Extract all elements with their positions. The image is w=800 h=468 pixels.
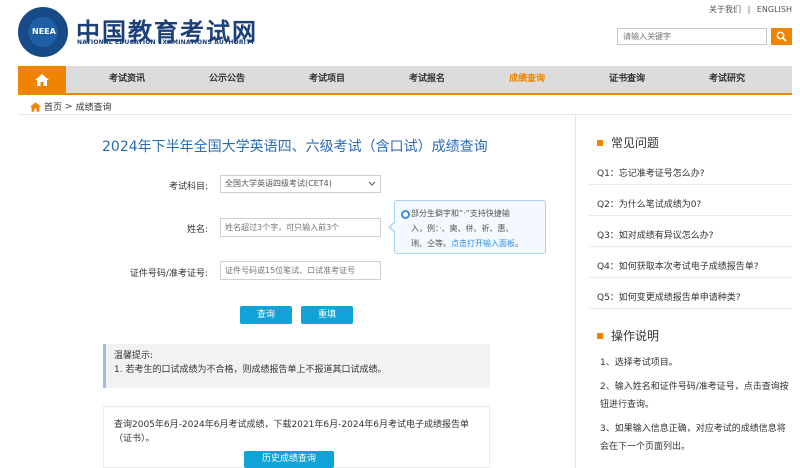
top-links: 关于我们 | ENGLISH (705, 4, 792, 15)
nav-item-exam-projects[interactable]: 考试项目 (282, 66, 372, 93)
history-query-button[interactable]: 历史成绩查询 (244, 451, 334, 468)
breadcrumb-divider (18, 114, 792, 115)
faq-separator (588, 277, 792, 278)
nav-item-exam-news[interactable]: 考试资讯 (82, 66, 172, 93)
input-tip: 部分生僻字和“·”支持快捷输 入，例：·、奭、栟、祈、惠、 琍、仝等。点击打开输… (388, 200, 546, 254)
faq-item-1[interactable]: Q1：忘记准考证号怎么办? (597, 166, 705, 179)
faq-item-5[interactable]: Q5：如何变更成绩报告单申请种类? (597, 290, 741, 303)
ops-heading: 操作说明 (597, 327, 659, 344)
page-title: 2024年下半年全国大学英语四、六级考试（含口试）成绩查询 (102, 139, 488, 155)
nav-home-button[interactable] (18, 66, 66, 93)
info-dot-icon (401, 210, 410, 219)
breadcrumb: 首页 > 成绩查询 (30, 100, 112, 113)
name-label: 姓名: (186, 225, 208, 235)
open-input-panel-link[interactable]: 点击打开输入面板 (451, 239, 515, 248)
top-links-separator: | (747, 5, 751, 14)
search-icon (776, 31, 787, 42)
about-link[interactable]: 关于我们 (709, 5, 741, 14)
name-field[interactable] (220, 218, 381, 237)
reset-button[interactable]: 重填 (301, 306, 353, 324)
history-text: 查询2005年6月-2024年6月考试成绩，下载2021年6月-2024年6月考… (114, 420, 470, 444)
tip-line-2: 入，例：·、奭、栟、祈、惠、 (411, 224, 514, 233)
site-header: NEEA 中国教育考试网 NATIONAL EDUCATION EXAMINAT… (0, 0, 800, 62)
ops-step-2: 2、输入姓名和证件号码/准考证号，点击查询按钮进行查询。 (600, 382, 789, 410)
subject-label: 考试科目: (168, 182, 208, 192)
faq-separator (588, 184, 792, 185)
nav-item-certificate-query[interactable]: 证书查询 (582, 66, 672, 93)
subject-select-value: 全国大学英语四级考试(CET4) (225, 179, 332, 188)
breadcrumb-separator: > (65, 101, 73, 112)
query-button[interactable]: 查询 (240, 306, 292, 324)
ops-step-1: 1、选择考试项目。 (600, 358, 678, 368)
search-input[interactable] (618, 29, 768, 44)
notice-box: 温馨提示: 1. 若考生的口试成绩为不合格，则成绩报告单上不报道其口试成绩。 (103, 344, 490, 388)
nav-item-announcements[interactable]: 公示公告 (182, 66, 272, 93)
ops-title: 操作说明 (611, 329, 660, 343)
faq-separator (588, 215, 792, 216)
id-label: 证件号码/准考证号: (129, 269, 208, 279)
ops-step-3: 3、如果输入信息正确，对应考试的成绩信息将会在下一个页面列出。 (600, 424, 786, 452)
subject-select[interactable]: 全国大学英语四级考试(CET4) (220, 175, 381, 193)
faq-item-3[interactable]: Q3：如对成绩有异议怎么办? (597, 228, 714, 241)
notice-title: 温馨提示: (114, 351, 154, 361)
main-nav: 考试资讯 公示公告 考试项目 考试报名 成绩查询 证书查询 考试研究 (18, 66, 792, 95)
home-icon (35, 73, 49, 86)
notice-text: 1. 若考生的口试成绩为不合格，则成绩报告单上不报道其口试成绩。 (114, 365, 387, 375)
faq-item-4[interactable]: Q4：如何获取本次考试电子成绩报告单? (597, 259, 759, 272)
breadcrumb-current: 成绩查询 (75, 103, 112, 113)
neea-logo[interactable]: NEEA (18, 7, 68, 57)
logo-text: NEEA (32, 27, 56, 36)
site-subtitle: NATIONAL EDUCATION EXAMINATIONS AUTHORIT… (77, 39, 255, 46)
square-bullet-icon (597, 332, 603, 339)
nav-item-score-query[interactable]: 成绩查询 (482, 66, 572, 93)
nav-item-registration[interactable]: 考试报名 (382, 66, 472, 93)
search-button[interactable] (771, 28, 792, 45)
chevron-down-icon (368, 176, 376, 198)
breadcrumb-home-icon (30, 101, 41, 112)
faq-title: 常见问题 (611, 136, 660, 150)
faq-separator (588, 308, 792, 309)
tip-line-3-end: 。 (515, 239, 523, 248)
faq-separator (588, 246, 792, 247)
tip-line-3: 琍、仝等。 (411, 239, 451, 248)
square-bullet-icon (597, 139, 603, 146)
nav-item-exam-research[interactable]: 考试研究 (682, 66, 772, 93)
sidebar-divider (575, 115, 576, 468)
search-box (617, 28, 768, 45)
id-number-field[interactable] (220, 261, 381, 280)
english-link[interactable]: ENGLISH (757, 5, 792, 14)
faq-heading: 常见问题 (597, 134, 659, 151)
breadcrumb-home-link[interactable]: 首页 (44, 100, 62, 113)
faq-item-2[interactable]: Q2：为什么笔试成绩为0? (597, 197, 701, 210)
tip-line-1: 部分生僻字和“·”支持快捷输 (411, 209, 510, 218)
